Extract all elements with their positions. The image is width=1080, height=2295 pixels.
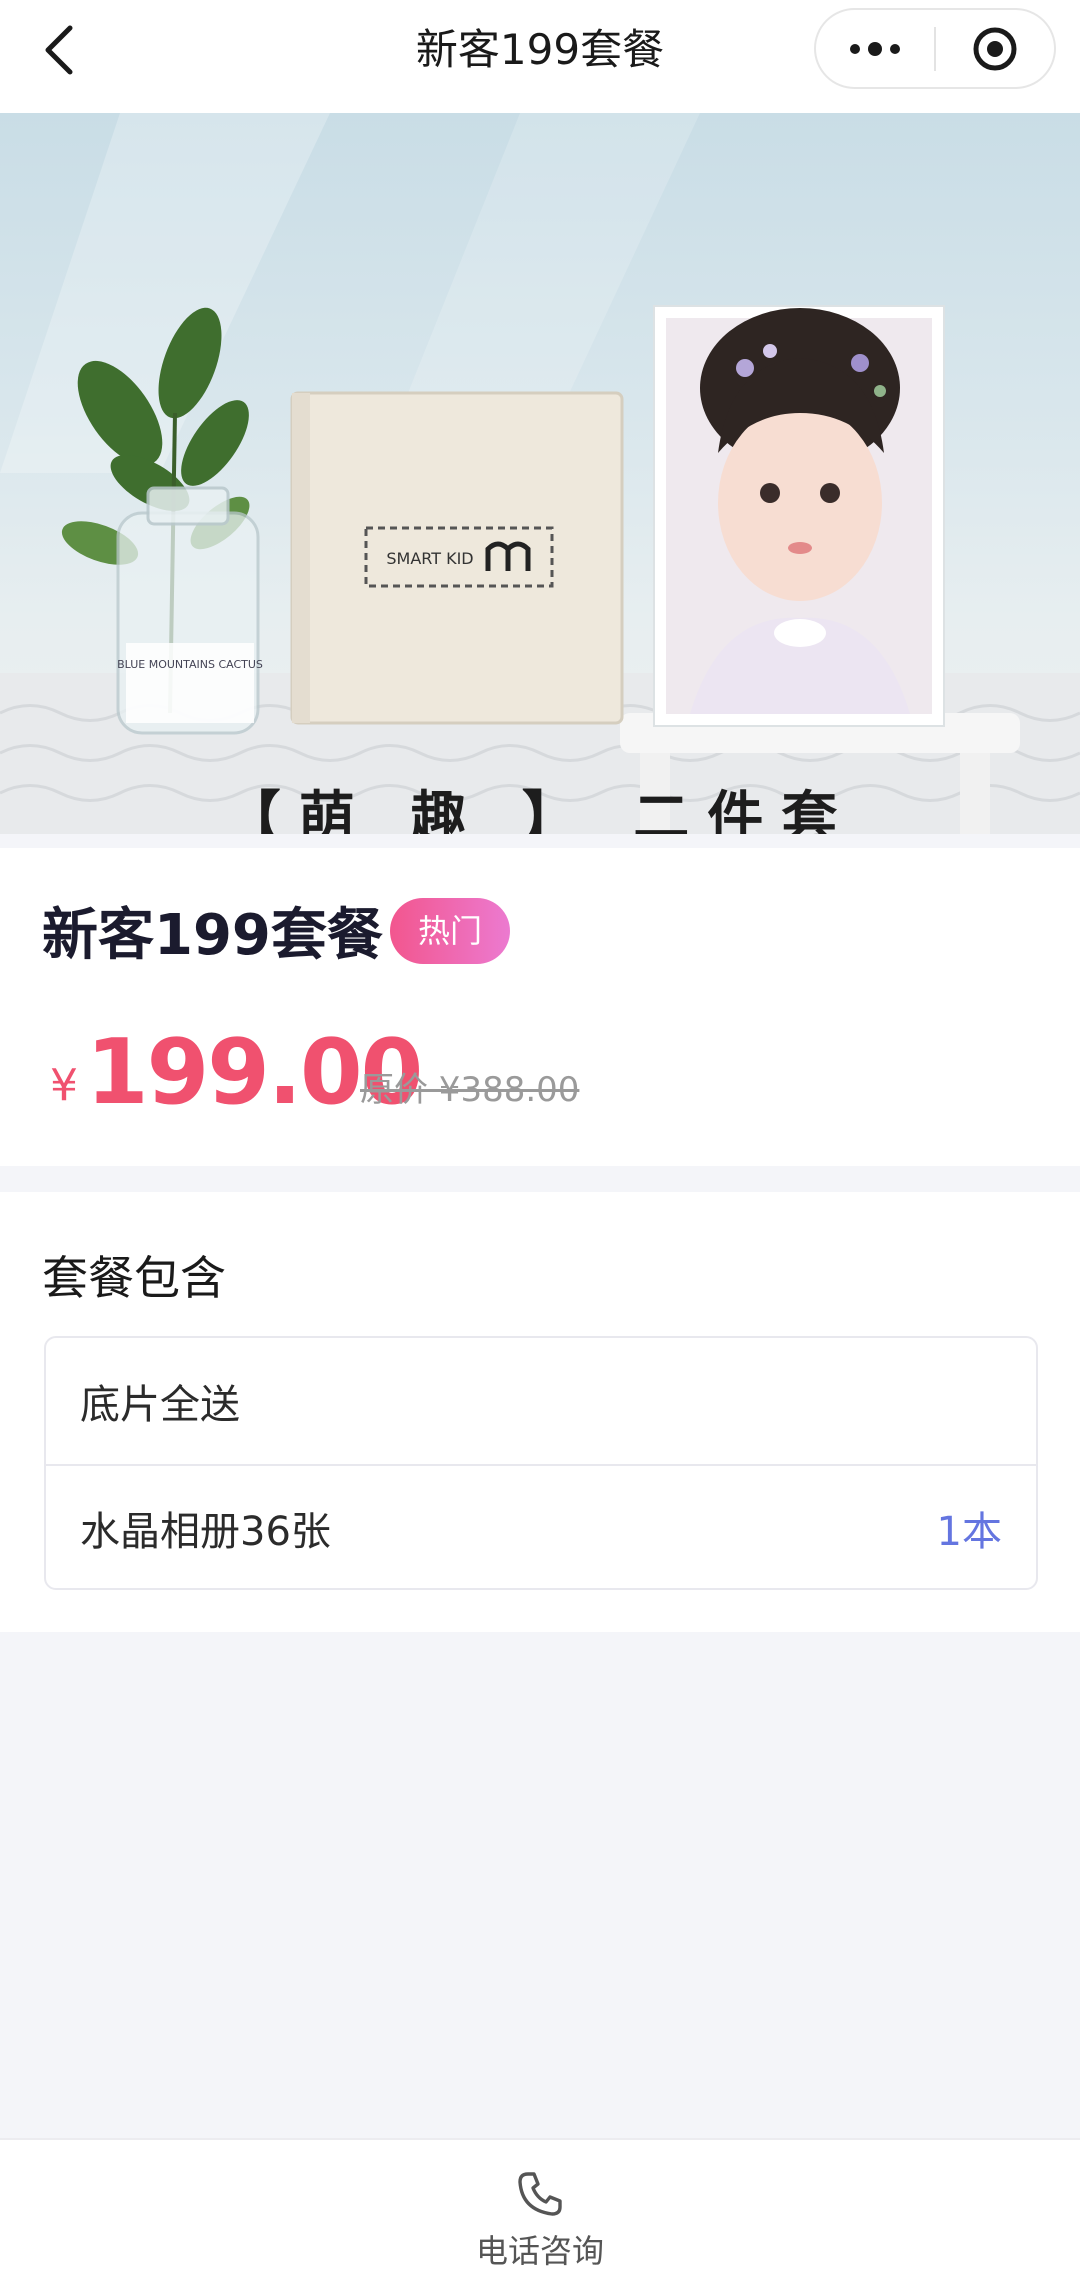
- bottom-action-bar: 电话咨询: [0, 2138, 1080, 2295]
- item-name: 底片全送: [80, 1382, 240, 1428]
- navigation-bar: 新客199套餐: [0, 0, 1080, 113]
- list-item: 水晶相册36张 1本: [46, 1464, 1036, 1590]
- list-item: 底片全送: [46, 1338, 1036, 1464]
- item-name: 水晶相册36张: [80, 1509, 331, 1555]
- target-circle-icon: [973, 27, 1017, 70]
- phone-consult-label: 电话咨询: [475, 2232, 604, 2270]
- mini-program-capsule: [814, 8, 1056, 89]
- package-title: 新客199套餐: [42, 903, 383, 968]
- contents-list: 底片全送 水晶相册36张 1本: [44, 1336, 1038, 1590]
- banner-illustration: BLUE MOUNTAINS CACTUS SMART KID: [0, 113, 1080, 834]
- phone-icon: [518, 2172, 562, 2216]
- hot-badge: 热门: [390, 898, 510, 964]
- original-price: 原价 ¥388.00: [360, 1070, 580, 1110]
- product-banner[interactable]: BLUE MOUNTAINS CACTUS SMART KID 【萌 趣 】 二…: [0, 113, 1080, 834]
- contents-section-title: 套餐包含: [42, 1251, 226, 1305]
- item-quantity: 1本: [936, 1509, 1002, 1555]
- vase-label: BLUE MOUNTAINS CACTUS: [117, 658, 263, 671]
- banner-caption: 【萌 趣 】 二件套: [224, 785, 856, 834]
- album-brand-text: SMART KID: [386, 549, 473, 568]
- currency-symbol: ¥: [50, 1060, 78, 1111]
- phone-consult-button[interactable]: 电话咨询: [440, 2168, 640, 2278]
- close-mini-program-button[interactable]: [936, 10, 1054, 87]
- more-dots-icon: [850, 41, 900, 56]
- more-button[interactable]: [816, 10, 934, 87]
- package-info-card: 新客199套餐 热门 ¥ 199.00 原价 ¥388.00: [0, 848, 1080, 1166]
- package-contents-card: 套餐包含 底片全送 水晶相册36张 1本: [0, 1192, 1080, 1632]
